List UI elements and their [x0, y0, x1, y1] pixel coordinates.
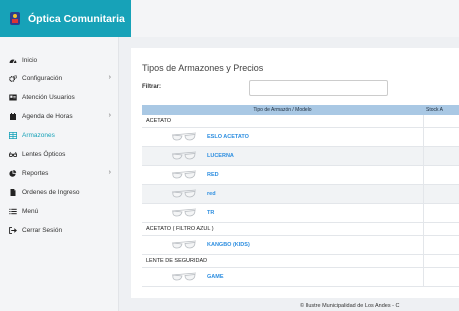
frame-thumbnail-icon [171, 272, 197, 281]
sidebar-item-label: Configuración [22, 74, 63, 82]
document-icon [9, 188, 17, 196]
sidebar-item-ordenes-de-ingreso[interactable]: Ordenes de Ingreso [0, 183, 119, 201]
table-row[interactable]: TR [142, 204, 459, 223]
group-label: ACETATO ( FILTRO AZUL ) [146, 226, 214, 232]
calendar-icon [9, 112, 17, 120]
chevron-right-icon: › [108, 112, 111, 119]
frame-thumbnail-icon [171, 170, 197, 179]
sidebar: Inicio Configuración › Atención Usuarios… [0, 37, 119, 311]
app-title: Óptica Comunitaria [28, 12, 125, 25]
sidebar-item-atencion-usuarios[interactable]: Atención Usuarios [0, 88, 119, 106]
sidebar-item-label: Inicio [22, 56, 38, 64]
grid-icon [9, 131, 17, 139]
sign-out-icon [9, 226, 17, 234]
model-link[interactable]: RED [207, 172, 219, 178]
chevron-right-icon: › [108, 169, 111, 176]
municipality-logo-icon [10, 12, 20, 25]
sidebar-item-label: Reportes [22, 169, 49, 177]
chevron-right-icon: › [108, 74, 111, 81]
list-icon [9, 208, 17, 215]
contact-card-icon [9, 94, 17, 101]
model-link[interactable]: LUCERNA [207, 153, 234, 159]
table-group-row: ACETATO [142, 115, 459, 128]
cell-divider [423, 166, 424, 184]
table-header: Tipo de Armazón / Modelo Stock A [142, 105, 459, 115]
sidebar-item-label: Atención Usuarios [22, 93, 75, 101]
filter-input[interactable] [249, 80, 388, 96]
table-row[interactable]: GAME [142, 268, 459, 287]
table-row[interactable]: KANGBO (KIDS) [142, 236, 459, 255]
cell-divider [423, 185, 424, 203]
table-row[interactable]: ESLO ACETATO [142, 128, 459, 147]
sidebar-item-reportes[interactable]: Reportes › [0, 164, 119, 182]
pie-chart-icon [9, 169, 17, 177]
cell-divider [423, 204, 424, 222]
frame-thumbnail-icon [171, 208, 197, 217]
main-panel: Tipos de Armazones y Precios Filtrar: Ti… [131, 48, 459, 298]
cell-divider [423, 268, 424, 286]
sidebar-item-inicio[interactable]: Inicio [0, 51, 119, 69]
page-title: Tipos de Armazones y Precios [142, 63, 264, 73]
sidebar-item-label: Menú [22, 207, 39, 215]
frame-thumbnail-icon [171, 240, 197, 249]
cell-divider [423, 255, 424, 267]
dashboard-icon [9, 57, 17, 64]
cell-divider [423, 128, 424, 146]
sidebar-item-configuracion[interactable]: Configuración › [0, 69, 119, 87]
group-label: LENTE DE SEGURIDAD [146, 258, 208, 264]
sidebar-item-armazones[interactable]: Armazones [0, 126, 119, 144]
table-row[interactable]: LUCERNA [142, 147, 459, 166]
gears-icon [9, 74, 17, 82]
table-group-row: ACETATO ( FILTRO AZUL ) [142, 223, 459, 236]
sidebar-item-label: Armazones [22, 131, 55, 139]
table-row[interactable]: red [142, 185, 459, 204]
sidebar-item-label: Lentes Ópticos [22, 150, 66, 158]
app-brand[interactable]: Óptica Comunitaria [0, 0, 131, 37]
sidebar-item-label: Ordenes de Ingreso [22, 188, 80, 196]
sidebar-item-cerrar-sesion[interactable]: Cerrar Sesión [0, 221, 119, 239]
frame-thumbnail-icon [171, 132, 197, 141]
sidebar-item-menu[interactable]: Menú [0, 202, 119, 220]
sidebar-item-label: Cerrar Sesión [22, 226, 63, 234]
sidebar-item-label: Agenda de Horas [22, 112, 73, 120]
table-row[interactable]: RED [142, 166, 459, 185]
frames-table: Tipo de Armazón / Modelo Stock A ACETATO… [142, 105, 459, 297]
frame-thumbnail-icon [171, 189, 197, 198]
column-header-stock[interactable]: Stock A [426, 107, 443, 113]
frame-thumbnail-icon [171, 151, 197, 160]
sidebar-item-lentes-opticos[interactable]: Lentes Ópticos [0, 145, 119, 163]
column-header-model[interactable]: Tipo de Armazón / Modelo [142, 107, 423, 113]
cell-divider [423, 223, 424, 235]
cell-divider [423, 147, 424, 165]
footer-copyright: © Ilustre Municipalidad de Los Andes - C [300, 303, 400, 309]
model-link[interactable]: TR [207, 210, 214, 216]
model-link[interactable]: GAME [207, 274, 224, 280]
cell-divider [423, 236, 424, 254]
model-link[interactable]: KANGBO (KIDS) [207, 242, 250, 248]
group-label: ACETATO [146, 118, 172, 124]
cell-divider [423, 115, 424, 127]
table-group-row: LENTE DE SEGURIDAD [142, 255, 459, 268]
filter-label: Filtrar: [142, 84, 162, 90]
model-link[interactable]: ESLO ACETATO [207, 134, 249, 140]
glasses-icon [9, 151, 17, 158]
sidebar-item-agenda-de-horas[interactable]: Agenda de Horas › [0, 107, 119, 125]
model-link[interactable]: red [207, 191, 216, 197]
